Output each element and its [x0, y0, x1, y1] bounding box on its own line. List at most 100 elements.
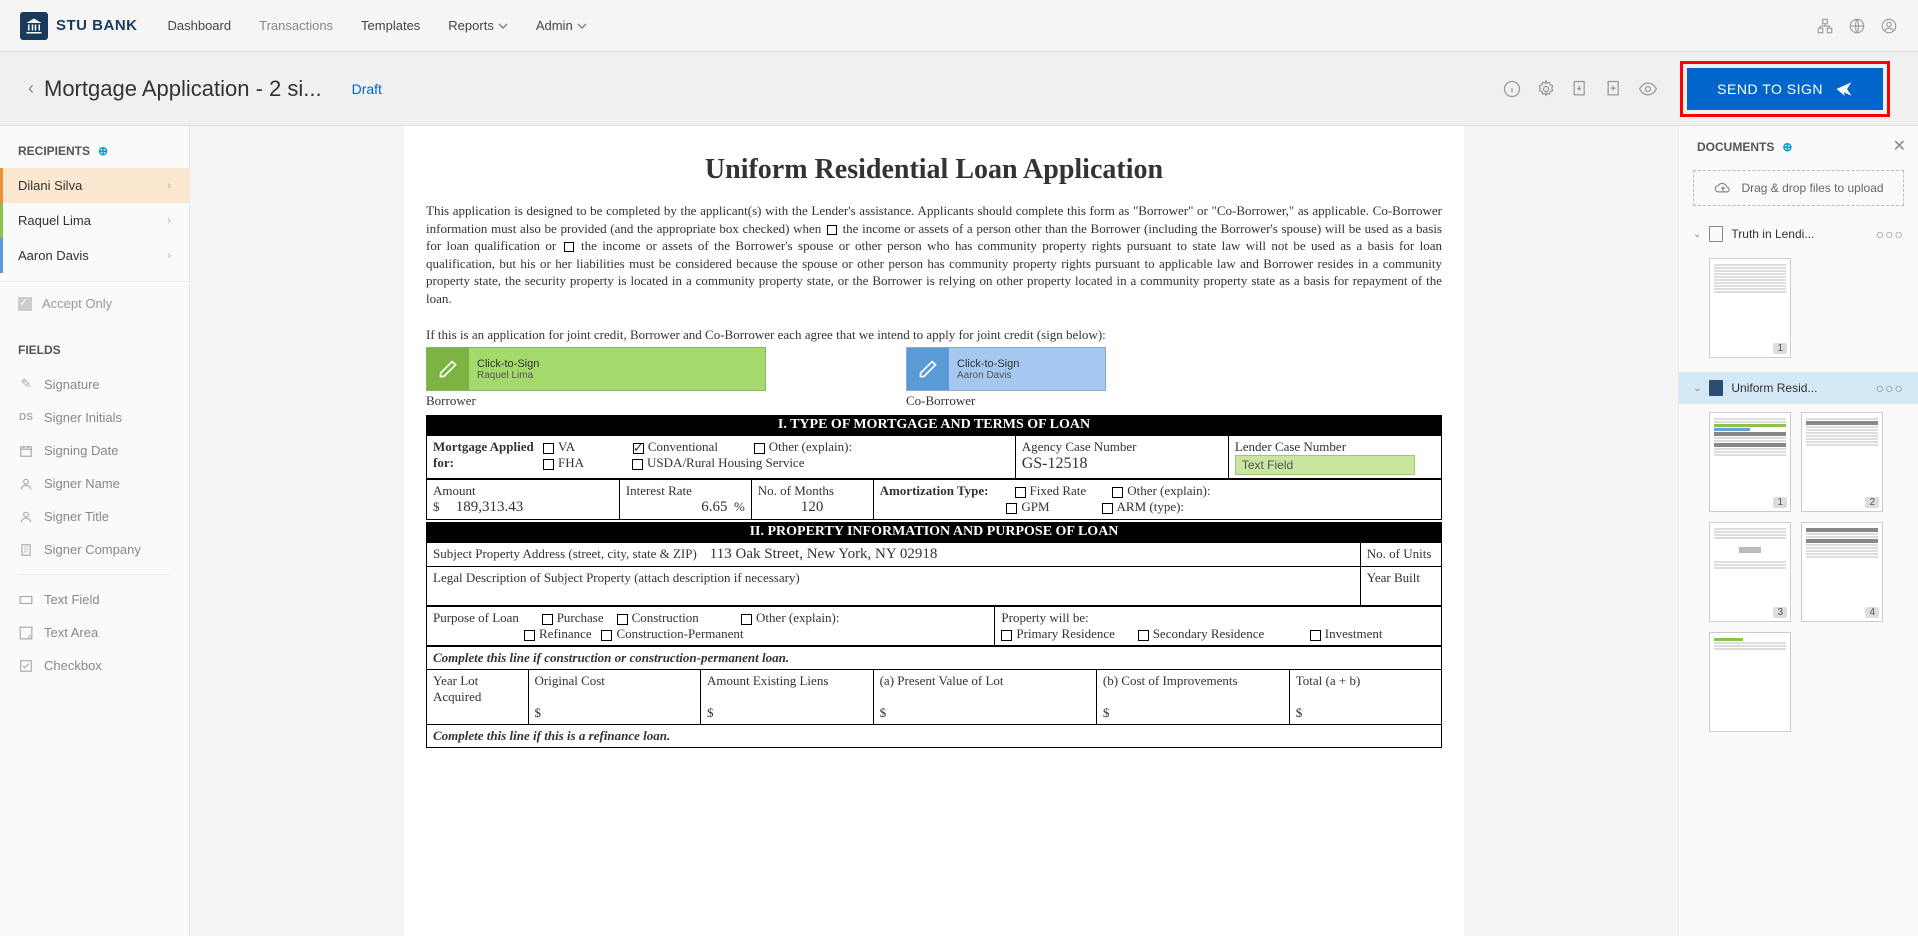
doc-icon — [1709, 226, 1723, 242]
page-thumb-2[interactable]: 2 — [1801, 412, 1883, 512]
accept-only-toggle[interactable]: Accept Only — [0, 281, 189, 325]
left-sidebar: RECIPIENTS ⊕ Dilani Silva › Raquel Lima … — [0, 126, 190, 936]
construction-table: Complete this line if construction or co… — [426, 646, 1442, 748]
field-date[interactable]: Signing Date — [0, 434, 189, 467]
checkbox-other[interactable] — [754, 443, 765, 454]
checkbox-primary[interactable] — [1001, 630, 1012, 641]
page-thumb[interactable]: 1 — [1709, 258, 1791, 358]
document-page: Uniform Residential Loan Application Thi… — [404, 126, 1464, 936]
page-thumb-4[interactable]: 4 — [1801, 522, 1883, 622]
checkbox-refinance[interactable] — [524, 630, 535, 641]
checkbox-fixed[interactable] — [1015, 487, 1026, 498]
page-thumb-5[interactable] — [1709, 632, 1791, 732]
close-icon[interactable]: ✕ — [1893, 136, 1906, 156]
gear-icon[interactable] — [1536, 79, 1556, 99]
checkbox-purp-other[interactable] — [741, 614, 752, 625]
document-canvas[interactable]: Uniform Residential Loan Application Thi… — [190, 126, 1678, 936]
nav-admin[interactable]: Admin — [536, 18, 587, 33]
page-thumb-1[interactable]: 1 — [1709, 412, 1791, 512]
nav-dashboard[interactable]: Dashboard — [168, 18, 232, 33]
chevron-right-icon: › — [167, 180, 171, 192]
add-document-icon[interactable]: ⊕ — [1782, 140, 1792, 154]
doc-title: Uniform Residential Loan Application — [426, 154, 1442, 186]
checkbox-arm[interactable] — [1102, 503, 1113, 514]
checkbox-va[interactable] — [543, 443, 554, 454]
chevron-down-icon: ⌄ — [1693, 383, 1701, 394]
field-checkbox[interactable]: Checkbox — [0, 649, 189, 682]
nav-items: Dashboard Transactions Templates Reports… — [168, 18, 587, 33]
checkbox-conventional[interactable] — [633, 443, 644, 454]
main-layout: RECIPIENTS ⊕ Dilani Silva › Raquel Lima … — [0, 126, 1918, 936]
field-signer-title[interactable]: Signer Title — [0, 500, 189, 533]
divider — [18, 574, 171, 575]
checkbox-fha[interactable] — [543, 459, 554, 470]
chevron-right-icon: › — [167, 250, 171, 262]
section-1-header: I. TYPE OF MORTGAGE AND TERMS OF LOAN — [426, 415, 1442, 435]
recipients-title: RECIPIENTS ⊕ — [0, 144, 189, 168]
person-icon — [18, 477, 34, 491]
send-to-sign-button[interactable]: SEND TO SIGN — [1687, 68, 1883, 110]
signature-field-coborrower[interactable]: Click-to-Sign Aaron Davis — [906, 347, 1106, 391]
checkbox-icon — [827, 225, 837, 235]
nav-reports[interactable]: Reports — [448, 18, 508, 33]
page-thumb-3[interactable]: 3 — [1709, 522, 1791, 622]
top-nav-right — [1816, 17, 1898, 35]
sub-header: ‹ Mortgage Application - 2 si... Draft S… — [0, 52, 1918, 126]
drop-zone[interactable]: Drag & drop files to upload — [1693, 170, 1904, 206]
doc-intro: This application is designed to be compl… — [426, 202, 1442, 307]
user-icon[interactable] — [1880, 17, 1898, 35]
recipient-item-1[interactable]: Raquel Lima › — [0, 203, 189, 238]
eye-icon[interactable] — [1638, 79, 1658, 99]
add-recipient-icon[interactable]: ⊕ — [98, 144, 108, 158]
field-signature[interactable]: ✎Signature — [0, 367, 189, 401]
cloud-upload-icon — [1713, 181, 1733, 195]
doc-item-1[interactable]: ⌄ Uniform Resid... ○○○ — [1679, 372, 1918, 404]
text-field-lender[interactable]: Text Field — [1235, 455, 1415, 475]
back-button[interactable]: ‹ — [28, 78, 34, 99]
signature-field-borrower[interactable]: Click-to-Sign Raquel Lima — [426, 347, 766, 391]
mortgage-table: Mortgage Applied for: VA Conventional Ot… — [426, 435, 1442, 479]
logo[interactable]: STU BANK — [20, 12, 138, 40]
org-icon[interactable] — [1816, 17, 1834, 35]
nav-transactions[interactable]: Transactions — [259, 18, 333, 33]
doc-item-0[interactable]: ⌄ Truth in Lendi... ○○○ — [1679, 218, 1918, 250]
chevron-right-icon: › — [167, 215, 171, 227]
textfield-icon — [18, 595, 34, 605]
signature-row: Click-to-Sign Raquel Lima Borrower Click… — [426, 347, 1442, 413]
right-sidebar: ✕ DOCUMENTS ⊕ Drag & drop files to uploa… — [1678, 126, 1918, 936]
section-2-header: II. PROPERTY INFORMATION AND PURPOSE OF … — [426, 522, 1442, 542]
more-icon[interactable]: ○○○ — [1876, 380, 1904, 396]
nav-templates[interactable]: Templates — [361, 18, 420, 33]
checkbox-usda[interactable] — [632, 459, 643, 470]
checkbox-construction[interactable] — [617, 614, 628, 625]
more-icon[interactable]: ○○○ — [1876, 226, 1904, 242]
info-icon[interactable] — [1502, 79, 1522, 99]
field-initials[interactable]: DSSigner Initials — [0, 401, 189, 434]
logo-icon — [20, 12, 48, 40]
field-text-area[interactable]: Text Area — [0, 616, 189, 649]
doc-download-icon[interactable] — [1570, 79, 1590, 99]
recipient-item-2[interactable]: Aaron Davis › — [0, 238, 189, 273]
checkbox-purchase[interactable] — [542, 614, 553, 625]
logo-text: STU BANK — [56, 17, 138, 34]
field-text-field[interactable]: Text Field — [0, 583, 189, 616]
checkbox-constperm[interactable] — [601, 630, 612, 641]
doc-add-icon[interactable] — [1604, 79, 1624, 99]
recipient-item-0[interactable]: Dilani Silva › — [0, 168, 189, 203]
field-signer-company[interactable]: Signer Company — [0, 533, 189, 566]
globe-icon[interactable] — [1848, 17, 1866, 35]
send-button-highlight: SEND TO SIGN — [1680, 61, 1890, 117]
signature-coborrower-wrap: Click-to-Sign Aaron Davis Co-Borrower — [906, 347, 1106, 413]
purpose-table: Purpose of Loan Purchase Construction Ot… — [426, 606, 1442, 646]
field-signer-name[interactable]: Signer Name — [0, 467, 189, 500]
checkbox-icon — [564, 242, 574, 252]
checkbox-gpm[interactable] — [1006, 503, 1017, 514]
checkbox-secondary[interactable] — [1138, 630, 1149, 641]
thumb-grid-0: 1 — [1679, 250, 1918, 372]
person-icon — [18, 510, 34, 524]
checkbox-amort-other[interactable] — [1112, 487, 1123, 498]
calendar-icon — [18, 444, 34, 458]
checkbox-icon — [18, 659, 34, 673]
checkbox-investment[interactable] — [1310, 630, 1321, 641]
pen-icon — [427, 348, 469, 390]
